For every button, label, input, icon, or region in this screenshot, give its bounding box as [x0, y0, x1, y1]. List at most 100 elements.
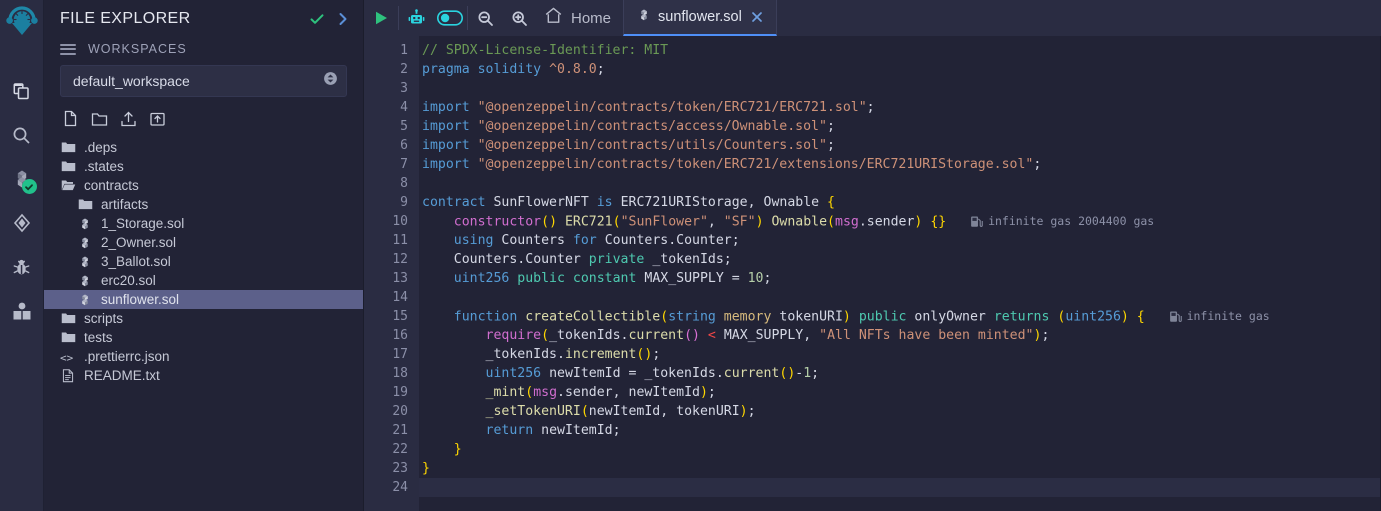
- code-line[interactable]: [419, 79, 1380, 98]
- tree-item-label: 2_Owner.sol: [101, 235, 177, 250]
- folder-icon: [61, 161, 75, 172]
- file-explorer-panel: FILE EXPLORER WORKSPACES default_workspa…: [44, 0, 364, 511]
- solidity-file-icon: [77, 235, 93, 251]
- new-folder-icon[interactable]: [89, 108, 110, 129]
- code-line[interactable]: using Counters for Counters.Counter;: [419, 231, 1380, 250]
- tree-item-scripts[interactable]: scripts: [44, 309, 363, 328]
- code-line[interactable]: [419, 288, 1380, 307]
- code-line[interactable]: }: [419, 440, 1380, 459]
- solidity-file-icon: [82, 293, 88, 305]
- workspaces-label: WORKSPACES: [88, 42, 187, 56]
- gas-estimate-annotation: infinite gas 2004400 gas: [970, 212, 1154, 231]
- zoom-in-button[interactable]: [502, 0, 536, 36]
- line-number: 19: [392, 385, 408, 400]
- upload-folder-icon[interactable]: [147, 108, 168, 129]
- zoom-out-button[interactable]: [468, 0, 502, 36]
- code-line[interactable]: // SPDX-License-Identifier: MIT: [419, 41, 1380, 60]
- compile-success-badge: [21, 179, 37, 194]
- code-line[interactable]: [419, 174, 1380, 193]
- tree-item-label: 3_Ballot.sol: [101, 254, 171, 269]
- updown-chevron-circle-icon[interactable]: [323, 71, 338, 91]
- debugger-icon[interactable]: [0, 245, 44, 289]
- tree-item-2-owner-sol[interactable]: 2_Owner.sol: [44, 233, 363, 252]
- gas-estimate-text: infinite gas: [1186, 309, 1270, 323]
- svg-text:<>: <>: [60, 351, 74, 364]
- code-line[interactable]: require(_tokenIds.current() < MAX_SUPPLY…: [419, 326, 1380, 345]
- line-number: 7: [400, 157, 408, 172]
- workspace-select[interactable]: default_workspace: [60, 65, 347, 97]
- tree-item-artifacts[interactable]: artifacts: [44, 195, 363, 214]
- code-line[interactable]: import "@openzeppelin/contracts/access/O…: [419, 117, 1380, 136]
- code-content[interactable]: // SPDX-License-Identifier: MIT pragma so…: [419, 36, 1380, 511]
- solidity-file-icon: [637, 8, 651, 27]
- remix-ide-window: FILE EXPLORER WORKSPACES default_workspa…: [0, 0, 1381, 511]
- tree-item-1-storage-sol[interactable]: 1_Storage.sol: [44, 214, 363, 233]
- tree-item-prettierrc-json[interactable]: <> .prettierrc.json: [44, 347, 363, 366]
- close-icon[interactable]: [749, 9, 765, 25]
- folder-icon: [61, 142, 75, 153]
- line-number: 15: [392, 309, 408, 324]
- code-line[interactable]: _mint(msg.sender, newItemId);: [419, 383, 1380, 402]
- code-line[interactable]: pragma solidity ^0.8.0;: [419, 60, 1380, 79]
- code-line[interactable]: import "@openzeppelin/contracts/utils/Co…: [419, 136, 1380, 155]
- folder-icon: [60, 330, 76, 346]
- code-line[interactable]: _tokenIds.increment();: [419, 345, 1380, 364]
- deploy-run-icon[interactable]: [0, 201, 44, 245]
- file-explorer-icon[interactable]: [0, 69, 44, 113]
- code-line[interactable]: constructor() ERC721("SunFlower", "SF") …: [419, 212, 1380, 231]
- tree-item-3-ballot-sol[interactable]: 3_Ballot.sol: [44, 252, 363, 271]
- tree-item-sunflower-sol[interactable]: sunflower.sol: [44, 290, 363, 309]
- chevron-right-icon[interactable]: [335, 11, 351, 27]
- solidity-compiler-icon[interactable]: [0, 157, 44, 201]
- upload-icon[interactable]: [118, 108, 139, 129]
- plugin-manager-icon[interactable]: [0, 289, 44, 333]
- code-line[interactable]: uint256 newItemId = _tokenIds.current()-…: [419, 364, 1380, 383]
- folder-icon: [61, 313, 75, 324]
- gas-pump-icon: [1169, 311, 1182, 322]
- tree-item-label: scripts: [84, 311, 124, 326]
- text-file-icon: [62, 368, 74, 382]
- code-line[interactable]: import "@openzeppelin/contracts/token/ER…: [419, 98, 1380, 117]
- new-file-icon[interactable]: [60, 108, 81, 129]
- tree-item-label: .prettierrc.json: [84, 349, 170, 364]
- tree-item-readme-txt[interactable]: README.txt: [44, 366, 363, 385]
- code-line[interactable]: Counters.Counter private _tokenIds;: [419, 250, 1380, 269]
- code-line[interactable]: }: [419, 459, 1380, 478]
- code-line[interactable]: function createCollectible(string memory…: [419, 307, 1380, 326]
- editor-body[interactable]: 1 2 3 4 5 6 7 8 9 10 11 12 13 14 15 16 17 18 19 20 21 22 23 24 …: [364, 36, 1381, 511]
- editor-tab-sunflower[interactable]: sunflower.sol: [623, 0, 777, 36]
- line-number-gutter: 1 2 3 4 5 6 7 8 9 10 11 12 13 14 15 16 17 18 19 20 21 22 23 24: [375, 36, 419, 511]
- folder-icon: [77, 197, 93, 213]
- check-icon[interactable]: [309, 11, 325, 27]
- run-script-button[interactable]: [364, 0, 398, 36]
- tree-item-erc20-sol[interactable]: erc20.sol: [44, 271, 363, 290]
- line-number: 17: [392, 347, 408, 362]
- activity-icon-bar: [0, 0, 44, 511]
- tree-item-deps[interactable]: .deps: [44, 138, 363, 157]
- code-line[interactable]: import "@openzeppelin/contracts/token/ER…: [419, 155, 1380, 174]
- remix-ai-button[interactable]: [399, 0, 433, 36]
- tree-item-label: .deps: [84, 140, 118, 155]
- code-line[interactable]: _setTokenURI(newItemId, tokenURI);: [419, 402, 1380, 421]
- tree-item-tests[interactable]: tests: [44, 328, 363, 347]
- line-number: 10: [392, 214, 408, 229]
- remix-logo-icon[interactable]: [4, 6, 40, 47]
- tree-item-contracts[interactable]: contracts: [44, 176, 363, 195]
- code-line[interactable]: [419, 478, 1380, 497]
- page-title: FILE EXPLORER: [60, 10, 191, 27]
- tree-item-states[interactable]: .states: [44, 157, 363, 176]
- code-line[interactable]: return newItemId;: [419, 421, 1380, 440]
- editor-area: Home sunflower.sol 1 2 3 4 5 6 7 8 9 10 11 12 13 14 15…: [364, 0, 1381, 511]
- home-tab[interactable]: Home: [536, 0, 623, 36]
- line-number: 3: [400, 81, 408, 96]
- code-line[interactable]: uint256 public constant MAX_SUPPLY = 10;: [419, 269, 1380, 288]
- code-line[interactable]: contract SunFlowerNFT is ERC721URIStorag…: [419, 193, 1380, 212]
- search-icon[interactable]: [0, 113, 44, 157]
- tree-item-label: README.txt: [84, 368, 160, 383]
- line-number: 6: [400, 138, 408, 153]
- editor-toolbar: Home sunflower.sol: [364, 0, 1381, 36]
- folder-icon: [60, 159, 76, 175]
- remix-ai-toggle[interactable]: [433, 0, 467, 36]
- editor-left-margin: [364, 36, 375, 511]
- hamburger-menu-icon[interactable]: [60, 43, 76, 55]
